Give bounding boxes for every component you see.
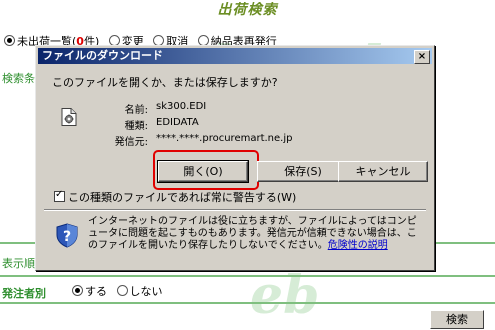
- radio-button[interactable]: [4, 35, 15, 46]
- orderer-radio-group: する しない: [72, 285, 169, 298]
- file-source: ****.****.procuremart.ne.jp: [156, 133, 293, 144]
- dialog-question: このファイルを開くか、または保存しますか?: [52, 76, 278, 89]
- file-type: EDIDATA: [156, 117, 199, 128]
- display-order-label: 表示順: [2, 257, 35, 270]
- shield-question-icon: ?: [56, 223, 78, 248]
- document-gear-icon: [61, 108, 77, 126]
- watermark: eb: [250, 265, 320, 326]
- always-ask-checkbox[interactable]: [54, 189, 65, 202]
- search-button[interactable]: 検索: [430, 310, 484, 329]
- file-name: sk300.EDI: [156, 101, 207, 112]
- svg-text:?: ?: [63, 229, 71, 245]
- radio-label: する: [85, 285, 107, 298]
- radio-orderer-no[interactable]: しない: [116, 285, 163, 298]
- security-warning: インターネットのファイルは役に立ちますが、ファイルによってはコンピュータに問題を…: [88, 216, 420, 252]
- divider: [0, 275, 495, 277]
- cancel-button[interactable]: キャンセル: [338, 161, 428, 182]
- radio-button[interactable]: [72, 285, 83, 296]
- dialog-title: ファイルのダウンロード: [42, 49, 163, 62]
- name-label: 名前:: [124, 105, 148, 116]
- close-button[interactable]: ×: [414, 50, 430, 64]
- page-title: 出荷検索: [217, 2, 278, 18]
- orderer-label: 発注者別: [2, 287, 46, 300]
- divider: [0, 302, 495, 304]
- always-ask-label: この種類のファイルであれば常に警告する(W): [68, 191, 297, 204]
- radio-label: しない: [129, 285, 163, 298]
- file-download-dialog: ファイルのダウンロード × このファイルを開くか、または保存しますか? 名前: …: [35, 45, 435, 271]
- open-button[interactable]: 開く(O): [157, 160, 249, 183]
- from-label: 発信元:: [114, 137, 148, 148]
- risk-explanation-link[interactable]: 危険性の説明: [328, 240, 388, 251]
- dialog-titlebar[interactable]: ファイルのダウンロード ×: [38, 48, 432, 64]
- search-conditions-label: 検索条: [2, 72, 35, 85]
- always-ask-option[interactable]: この種類のファイルであれば常に警告する(W): [54, 189, 297, 204]
- dialog-separator: [44, 209, 426, 211]
- save-button[interactable]: 保存(S): [257, 161, 349, 182]
- type-label: 種類:: [124, 121, 148, 132]
- radio-orderer-yes[interactable]: する: [72, 285, 107, 298]
- radio-button[interactable]: [116, 285, 128, 296]
